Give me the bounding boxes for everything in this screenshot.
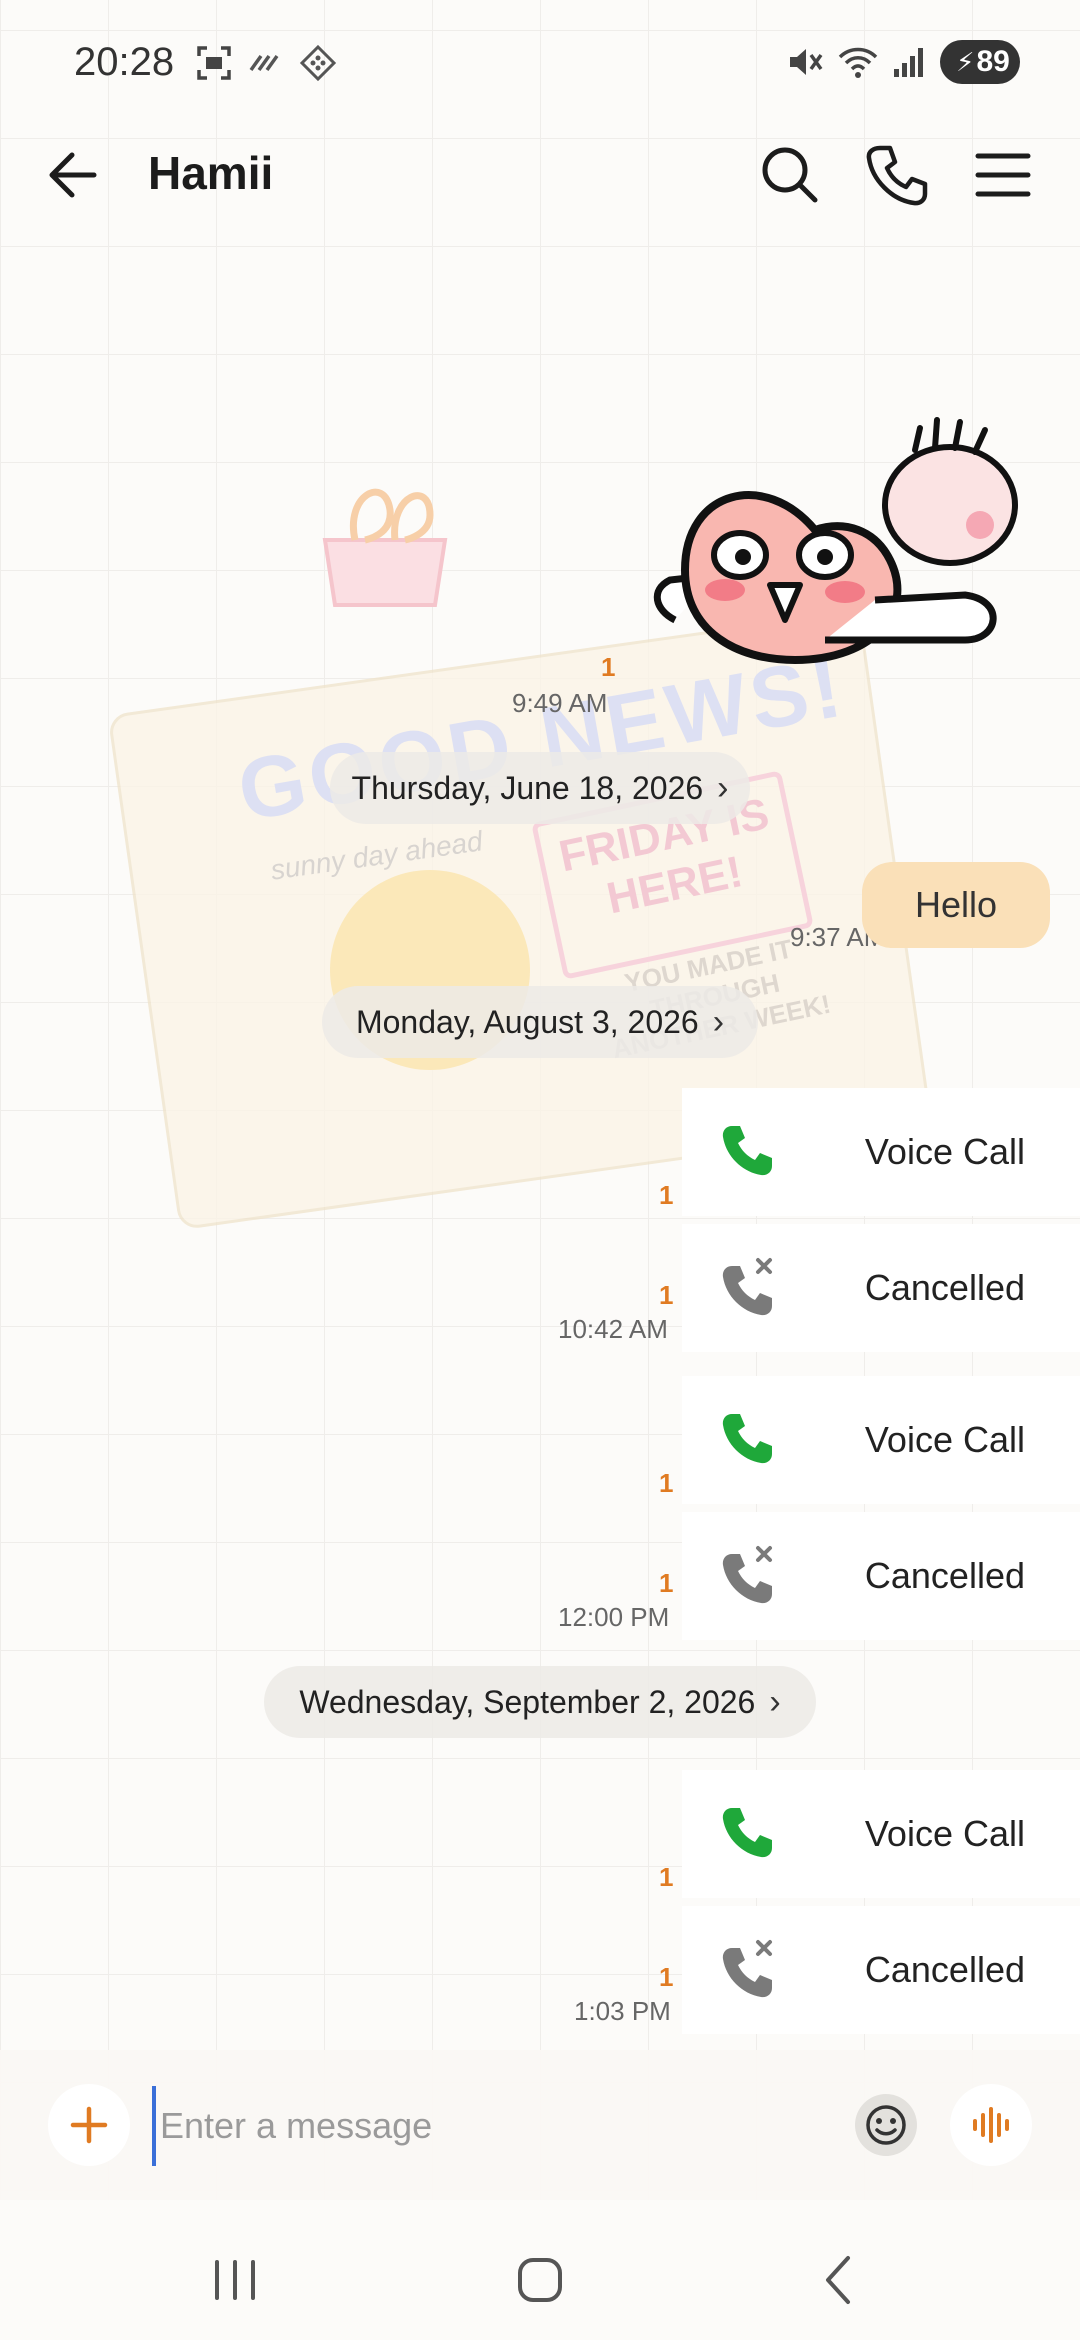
message-composer: [0, 2050, 1080, 2200]
signal-icon: [894, 48, 923, 77]
unread-count: 1: [659, 1180, 674, 1210]
battery-level: 89: [976, 45, 1010, 78]
recent-apps-icon[interactable]: [205, 2250, 265, 2310]
date-separator[interactable]: Monday, August 3, 2026 ›: [322, 986, 758, 1058]
voice-wave-icon: [973, 2107, 1009, 2143]
back-arrow-icon[interactable]: [40, 140, 110, 210]
message-time: 10:42 AM: [558, 1314, 668, 1344]
date-label: Wednesday, September 2, 2026: [299, 1683, 756, 1720]
status-time: 20:28: [74, 40, 175, 84]
unread-count: 1: [659, 1962, 674, 1992]
sticker-image[interactable]: [645, 410, 1025, 680]
date-separator[interactable]: Thursday, June 18, 2026 ›: [330, 752, 750, 824]
chat-title: Hamii: [148, 147, 274, 199]
date-separator[interactable]: Wednesday, September 2, 2026 ›: [264, 1666, 816, 1738]
binder-clip-illustration: [322, 488, 448, 607]
emoji-button[interactable]: [855, 2094, 917, 2156]
unread-count: 1: [601, 652, 616, 682]
mute-icon: [790, 49, 823, 75]
wifi-icon: [838, 47, 878, 78]
call-label: Voice Call: [864, 1419, 1025, 1460]
phone-green-icon: [722, 1808, 772, 1858]
voice-call-card[interactable]: Voice Call: [682, 1376, 1080, 1504]
voice-call-card[interactable]: Voice Call: [682, 1770, 1080, 1898]
attach-button[interactable]: [48, 2084, 130, 2166]
call-label: Cancelled: [864, 1267, 1025, 1308]
call-label: Voice Call: [864, 1131, 1025, 1172]
cancelled-call-card[interactable]: Cancelled: [682, 1224, 1080, 1352]
battery-indicator: ⚡ 89: [940, 40, 1020, 84]
status-system-icons: ⚡ 89: [786, 40, 1020, 84]
call-label: Cancelled: [864, 1555, 1025, 1596]
message-time: 9:49 AM: [512, 688, 608, 718]
status-bar: 20:28 ⚡ 89: [0, 0, 1080, 120]
back-nav-icon[interactable]: [810, 2250, 870, 2310]
call-label: Voice Call: [864, 1813, 1025, 1854]
chevron-right-icon: ›: [712, 1002, 725, 1041]
phone-missed-icon: [722, 1258, 772, 1316]
data-transfer-icon: [249, 54, 279, 72]
charging-bolt-icon: ⚡: [956, 46, 975, 77]
unread-count: 1: [659, 1280, 674, 1310]
emoji-icon: [866, 2105, 906, 2145]
dotted-diamond-icon: [299, 44, 337, 82]
plus-icon: [70, 2106, 108, 2144]
message-input[interactable]: [152, 2086, 842, 2166]
phone-missed-icon: [722, 1940, 772, 1998]
chat-screen: GOOD NEWS! sunny day ahead FRIDAY IS HER…: [0, 0, 1080, 2340]
voice-call-card[interactable]: Voice Call: [682, 1088, 1080, 1216]
home-icon[interactable]: [510, 2250, 570, 2310]
cancelled-call-card[interactable]: Cancelled: [682, 1512, 1080, 1640]
unread-count: 1: [659, 1568, 674, 1598]
phone-missed-icon: [722, 1546, 772, 1604]
phone-green-icon: [722, 1126, 772, 1176]
chevron-right-icon: ›: [769, 1682, 781, 1721]
chevron-right-icon: ›: [717, 768, 729, 807]
system-nav-bar: [0, 2200, 1080, 2340]
message-bubble[interactable]: Hello: [862, 862, 1050, 948]
status-notification-icons: [195, 44, 337, 82]
voice-message-button[interactable]: [950, 2084, 1032, 2166]
unread-count: 1: [659, 1862, 674, 1892]
date-label: Monday, August 3, 2026: [355, 1003, 699, 1040]
hamburger-menu-icon[interactable]: [968, 140, 1038, 210]
call-label: Cancelled: [864, 1949, 1025, 1990]
search-icon[interactable]: [755, 140, 825, 210]
message-time: 1:03 PM: [574, 1996, 671, 2026]
screenshot-icon: [197, 46, 231, 80]
phone-green-icon: [722, 1414, 772, 1464]
chat-header: Hamii: [0, 130, 1080, 240]
unread-count: 1: [659, 1468, 674, 1498]
phone-icon[interactable]: [862, 140, 932, 210]
message-time: 12:00 PM: [558, 1602, 670, 1632]
cancelled-call-card[interactable]: Cancelled: [682, 1906, 1080, 2034]
date-label: Thursday, June 18, 2026: [351, 769, 704, 806]
